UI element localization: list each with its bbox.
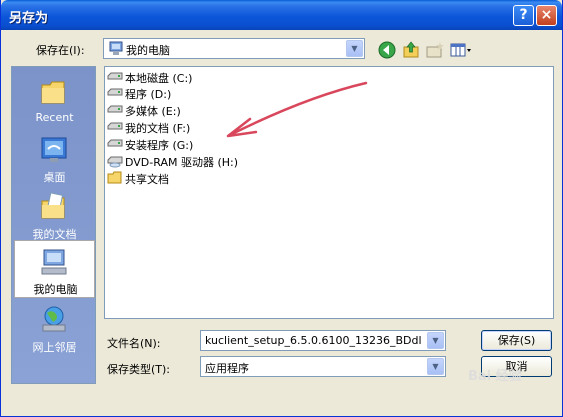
save-in-label: 保存在(I): xyxy=(36,44,85,57)
place-network[interactable]: 网上邻居 xyxy=(14,299,95,357)
view-menu-icon[interactable] xyxy=(449,40,473,60)
item-name: 本地磁盘 (C:) xyxy=(125,72,193,85)
filename-value[interactable]: kuclient_setup_6.5.0.6100_13236_BDdl xyxy=(205,334,427,347)
desktop-icon xyxy=(41,137,67,162)
place-label: 桌面 xyxy=(43,171,66,184)
close-button[interactable]: × xyxy=(536,5,557,26)
watermark: Bai 经验 xyxy=(468,369,522,384)
back-icon[interactable] xyxy=(377,40,397,60)
save-button[interactable]: 保存(S) xyxy=(481,330,552,351)
item-name: 多媒体 (E:) xyxy=(125,105,181,118)
save-as-dialog: 另存为 ? × 保存在(I): 我的电脑 ▼ Recent 桌面 我的文档 我的… xyxy=(0,0,563,417)
places-bar: Recent 桌面 我的文档 我的电脑 网上邻居 xyxy=(11,66,96,384)
new-folder-icon[interactable] xyxy=(425,40,445,60)
dvd-drive-icon xyxy=(107,156,123,168)
item-name: 程序 (D:) xyxy=(125,88,172,101)
filetype-value: 应用程序 xyxy=(205,362,249,375)
place-label: 网上邻居 xyxy=(32,341,77,354)
place-desktop[interactable]: 桌面 xyxy=(14,129,95,187)
item-name: 共享文档 xyxy=(125,173,169,186)
recent-folder-icon xyxy=(41,81,65,104)
place-my-documents[interactable]: 我的文档 xyxy=(14,186,95,244)
title-bar[interactable]: 另存为 ? × xyxy=(1,0,562,30)
up-folder-icon[interactable] xyxy=(401,40,421,60)
folder-icon xyxy=(107,171,122,184)
save-in-dropdown[interactable]: 我的电脑 ▼ xyxy=(103,38,365,59)
help-button[interactable]: ? xyxy=(513,5,534,26)
network-places-icon xyxy=(42,306,66,332)
dialog-title: 另存为 xyxy=(9,11,49,26)
filename-label: 文件名(N): xyxy=(107,337,161,350)
item-name: 我的文档 (F:) xyxy=(125,122,191,135)
my-computer-icon xyxy=(41,249,67,275)
chevron-down-icon[interactable]: ▼ xyxy=(427,332,444,349)
place-recent[interactable]: Recent xyxy=(14,71,95,129)
item-name: 安装程序 (G:) xyxy=(125,139,194,152)
place-label: 我的电脑 xyxy=(33,283,78,296)
filetype-label: 保存类型(T): xyxy=(107,363,171,376)
my-computer-icon xyxy=(109,41,123,55)
save-in-value: 我的电脑 xyxy=(126,44,170,57)
drive-icon xyxy=(107,72,123,80)
place-label: Recent xyxy=(35,111,74,124)
file-list[interactable]: 本地磁盘 (C:) 程序 (D:) 多媒体 (E:) 我的文档 (F:) 安装程… xyxy=(104,66,554,319)
filename-input[interactable]: kuclient_setup_6.5.0.6100_13236_BDdl ▼ xyxy=(200,330,446,351)
item-name: DVD-RAM 驱动器 (H:) xyxy=(125,156,239,169)
place-my-computer[interactable]: 我的电脑 xyxy=(14,240,95,298)
chevron-down-icon[interactable]: ▼ xyxy=(427,358,444,375)
my-documents-icon xyxy=(41,192,65,219)
chevron-down-icon[interactable]: ▼ xyxy=(346,40,363,57)
filetype-dropdown[interactable]: 应用程序 ▼ xyxy=(200,356,446,377)
drive-icon xyxy=(107,88,123,96)
drive-icon xyxy=(107,139,123,147)
drive-icon xyxy=(107,122,123,130)
drive-icon xyxy=(107,105,123,113)
